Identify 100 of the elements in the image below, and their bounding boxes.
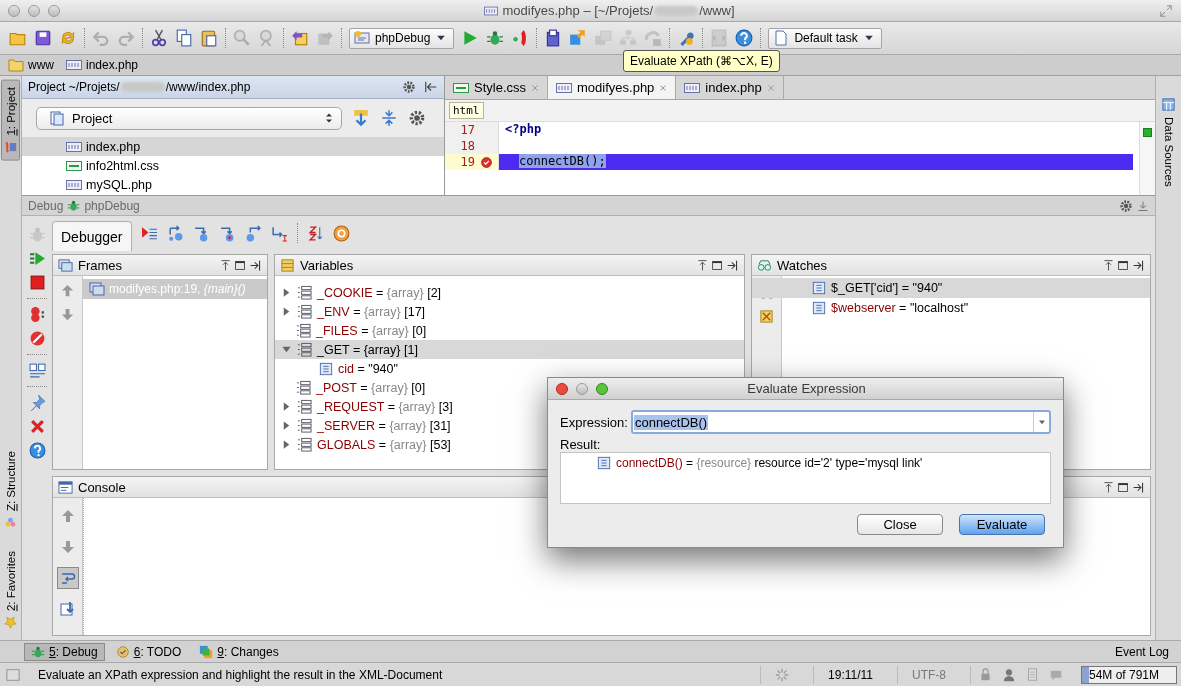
breakpoint-icon[interactable] bbox=[480, 155, 493, 169]
hide-panel-icon[interactable] bbox=[726, 258, 739, 272]
paste-icon[interactable] bbox=[200, 29, 218, 47]
person-icon[interactable] bbox=[1002, 667, 1016, 682]
run-configuration-dropdown[interactable]: phpDebug bbox=[349, 27, 455, 49]
help-icon[interactable] bbox=[28, 442, 46, 459]
task-dropdown[interactable]: Default task bbox=[768, 27, 882, 49]
fullscreen-icon[interactable] bbox=[1159, 3, 1173, 18]
expand-arrow-icon[interactable] bbox=[281, 287, 292, 298]
toggle-button[interactable] bbox=[56, 567, 79, 589]
window-icon[interactable] bbox=[234, 258, 247, 272]
memory-indicator[interactable]: 54M of 791M bbox=[1081, 665, 1177, 684]
expand-arrow-icon[interactable] bbox=[281, 401, 292, 412]
pin-tab-icon[interactable] bbox=[696, 258, 709, 272]
value-icon bbox=[812, 281, 826, 295]
window-control[interactable] bbox=[556, 382, 568, 395]
tool-window-button[interactable]: 9: Changes bbox=[192, 642, 286, 661]
mute-breakpoints-icon[interactable] bbox=[28, 330, 46, 347]
tool-window-button[interactable]: Data Sources bbox=[1158, 90, 1179, 194]
tool-window-button[interactable]: 1: Project bbox=[1, 80, 20, 161]
target-icon[interactable] bbox=[332, 224, 350, 242]
breadcrumb-item[interactable]: index.php bbox=[64, 57, 141, 73]
code-text: connectDB(); bbox=[519, 154, 606, 168]
window-control[interactable] bbox=[28, 4, 40, 17]
collapse-arrow-icon[interactable] bbox=[281, 344, 292, 355]
expression-field[interactable]: connectDB() bbox=[630, 410, 1051, 434]
hide-panel-icon[interactable] bbox=[249, 258, 262, 272]
settings-icon[interactable] bbox=[408, 109, 426, 127]
refresh-icon[interactable] bbox=[59, 29, 77, 47]
layout-icon[interactable] bbox=[28, 362, 46, 379]
step-over-icon[interactable] bbox=[166, 224, 184, 242]
bug-icon[interactable] bbox=[486, 29, 505, 47]
file-item[interactable]: mySQL.php bbox=[22, 175, 444, 194]
variable-row[interactable]: _FILES = {array} [0] bbox=[275, 321, 744, 340]
pin-tab-icon[interactable] bbox=[1102, 480, 1115, 494]
watch-row[interactable]: $_GET['cid'] = "940" bbox=[752, 278, 1150, 298]
window-control[interactable] bbox=[48, 4, 60, 17]
view-dropdown[interactable]: Project bbox=[36, 106, 342, 130]
variable-row[interactable]: _POST = {array} [0] bbox=[275, 378, 744, 397]
pin-tab-icon[interactable] bbox=[219, 258, 232, 272]
window-arrow-icon[interactable] bbox=[569, 29, 588, 47]
scissors-icon[interactable] bbox=[150, 29, 168, 47]
step-out-icon[interactable] bbox=[244, 224, 262, 242]
pin-tab-icon[interactable] bbox=[1102, 258, 1115, 272]
cursor-position[interactable]: 19:11/11 bbox=[813, 665, 887, 684]
minimize-icon[interactable] bbox=[1137, 199, 1149, 212]
tool-window-button[interactable]: 6: TODO bbox=[108, 642, 189, 661]
up-arrow-icon[interactable] bbox=[60, 283, 75, 298]
window-icon[interactable] bbox=[1117, 258, 1130, 272]
sort-icon[interactable] bbox=[306, 224, 324, 242]
hide-panel-icon[interactable] bbox=[1132, 480, 1145, 494]
file-item[interactable]: info2html.css bbox=[22, 156, 444, 175]
settings-icon[interactable] bbox=[402, 80, 416, 94]
step-into-icon[interactable] bbox=[192, 224, 210, 242]
debugger-tab[interactable]: Debugger bbox=[52, 221, 132, 251]
pin-icon[interactable] bbox=[28, 394, 46, 411]
watch-row[interactable]: $webserver = "localhost" bbox=[752, 298, 1150, 318]
force-step-into-icon[interactable] bbox=[218, 224, 236, 242]
variable-row[interactable]: _COOKIE = {array} [2] bbox=[275, 283, 744, 302]
resume-icon[interactable] bbox=[28, 250, 46, 267]
variable-row[interactable]: cid = "940" bbox=[275, 359, 744, 378]
copy-icon[interactable] bbox=[175, 29, 193, 47]
window-control[interactable] bbox=[596, 382, 608, 395]
tool-window-button[interactable]: 5: Debug bbox=[24, 642, 105, 661]
breakpoints-icon[interactable] bbox=[28, 306, 46, 323]
help-icon[interactable] bbox=[735, 29, 754, 47]
collapse-panel-icon[interactable] bbox=[424, 80, 438, 94]
hide-panel-icon[interactable] bbox=[1132, 258, 1145, 272]
tool-window-button[interactable]: 2: Favorites bbox=[1, 543, 20, 636]
array-icon bbox=[296, 323, 311, 338]
close-icon[interactable] bbox=[659, 83, 668, 92]
expand-arrow-icon[interactable] bbox=[281, 420, 292, 431]
stop-icon[interactable] bbox=[28, 274, 46, 291]
remove-icon[interactable] bbox=[759, 309, 774, 324]
variable-row[interactable]: _GET = {array} [1] bbox=[275, 340, 744, 359]
dialog-button[interactable]: Evaluate bbox=[959, 514, 1045, 535]
run-to-cursor-icon[interactable] bbox=[270, 224, 288, 242]
breadcrumb-tag[interactable]: html bbox=[449, 102, 484, 119]
breadcrumb-item[interactable]: www bbox=[6, 57, 56, 73]
expand-arrow-icon[interactable] bbox=[281, 306, 292, 317]
event-log-button[interactable]: Event Log bbox=[1114, 644, 1169, 659]
dialog-button[interactable]: Close bbox=[857, 514, 943, 535]
window-icon[interactable] bbox=[711, 258, 724, 272]
expand-arrow-icon[interactable] bbox=[281, 439, 292, 450]
window-control[interactable] bbox=[576, 382, 588, 395]
settings-icon[interactable] bbox=[1119, 198, 1133, 213]
execution-point-icon[interactable] bbox=[140, 224, 158, 242]
close-icon[interactable] bbox=[28, 418, 46, 435]
tool-window-button[interactable]: Z: Structure bbox=[1, 443, 20, 536]
window-icon[interactable] bbox=[1117, 480, 1130, 494]
file-item[interactable]: index.php bbox=[22, 137, 444, 156]
collapse-all-icon[interactable] bbox=[380, 109, 398, 127]
file-name: index.php bbox=[86, 139, 141, 154]
scroll-from-source-icon[interactable] bbox=[352, 109, 370, 127]
variable-row[interactable]: _ENV = {array} [17] bbox=[275, 302, 744, 321]
down-arrow-icon[interactable] bbox=[60, 307, 75, 322]
window-control[interactable] bbox=[8, 4, 20, 17]
floppy-icon[interactable] bbox=[34, 29, 52, 47]
panel-toggle-icon[interactable] bbox=[6, 667, 20, 682]
editor-tab[interactable]: modifyes.php bbox=[548, 76, 677, 99]
